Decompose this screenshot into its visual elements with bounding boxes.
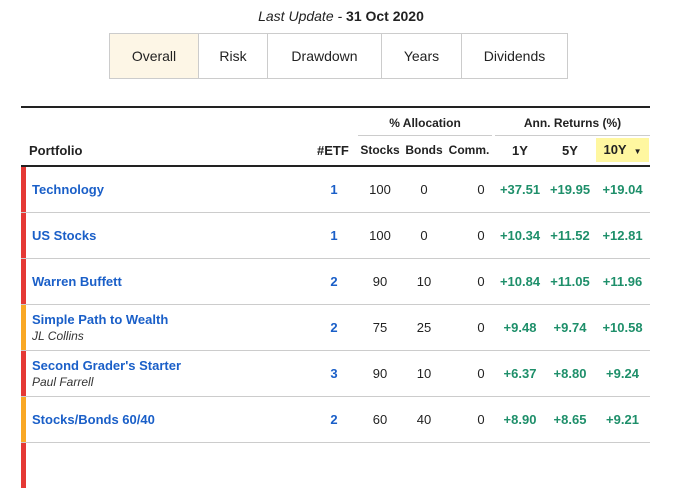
1y-column-header[interactable]: 1Y: [495, 143, 545, 158]
portfolio-author: Paul Farrell: [32, 375, 94, 389]
tab-risk[interactable]: Risk: [198, 34, 267, 78]
risk-color-bar: [21, 351, 26, 396]
table-row: Stocks/Bonds 60/40 2 60 40 0 +8.90 +8.65…: [21, 397, 650, 443]
table-row: Warren Buffett 2 90 10 0 +10.84 +11.05 +…: [21, 259, 650, 305]
stocks-pct: 100: [369, 228, 391, 243]
return-1y: +10.34: [499, 228, 541, 243]
stocks-pct: 100: [369, 182, 391, 197]
tab-overall[interactable]: Overall: [110, 34, 198, 78]
return-10y: +11.96: [602, 274, 643, 289]
risk-color-bar: [21, 213, 26, 258]
table-row: Technology 1 100 0 0 +37.51 +19.95 +19.0…: [21, 167, 650, 213]
etf-count-link[interactable]: 3: [317, 366, 351, 381]
bonds-pct: 10: [416, 366, 432, 381]
risk-color-bar: [21, 305, 26, 350]
return-5y: +8.65: [553, 412, 587, 427]
last-update-label: Last Update -: [258, 8, 347, 24]
stocks-pct: 90: [372, 366, 388, 381]
portfolio-table: % Allocation Ann. Returns (%) Portfolio …: [21, 106, 650, 488]
etf-count-link[interactable]: 2: [317, 320, 351, 335]
portfolio-link[interactable]: Simple Path to Wealth: [32, 312, 168, 327]
return-1y: +8.90: [503, 412, 537, 427]
bonds-pct: 40: [416, 412, 432, 427]
table-row: [21, 443, 650, 488]
stocks-column-header[interactable]: Stocks: [358, 143, 402, 157]
bonds-column-header[interactable]: Bonds: [402, 143, 446, 157]
table-row: Simple Path to Wealth JL Collins 2 75 25…: [21, 305, 650, 351]
return-10y: +9.24: [606, 366, 639, 381]
return-10y: +12.81: [602, 228, 643, 243]
last-update-date: 31 Oct 2020: [346, 8, 424, 24]
tab-dividends[interactable]: Dividends: [461, 34, 567, 78]
risk-color-bar: [21, 167, 26, 212]
tab-drawdown[interactable]: Drawdown: [267, 34, 381, 78]
return-10y: +9.21: [606, 412, 639, 427]
allocation-group-header: % Allocation: [358, 116, 492, 136]
stocks-pct: 75: [372, 320, 388, 335]
comm-column-header[interactable]: Comm.: [446, 143, 492, 157]
table-row: Second Grader's Starter Paul Farrell 3 9…: [21, 351, 650, 397]
sort-desc-icon: ▼: [633, 147, 642, 156]
etf-column-header[interactable]: #ETF: [317, 143, 349, 158]
last-update: Last Update - 31 Oct 2020: [0, 8, 682, 24]
bonds-pct: 10: [416, 274, 432, 289]
return-5y: +8.80: [553, 366, 587, 381]
10y-label: 10Y: [603, 142, 627, 157]
tab-years[interactable]: Years: [381, 34, 461, 78]
portfolio-column-header[interactable]: Portfolio: [29, 143, 82, 158]
return-5y: +11.05: [550, 274, 590, 289]
return-5y: +19.95: [549, 182, 591, 197]
bonds-pct: 0: [420, 228, 428, 243]
return-10y: +10.58: [602, 320, 643, 335]
bonds-pct: 25: [416, 320, 432, 335]
returns-group-header: Ann. Returns (%): [495, 116, 650, 136]
portfolio-link[interactable]: US Stocks: [32, 228, 96, 243]
portfolio-link[interactable]: Warren Buffett: [32, 274, 122, 289]
return-1y: +6.37: [503, 366, 537, 381]
tab-bar: Overall Risk Drawdown Years Dividends: [109, 33, 568, 79]
return-1y: +37.51: [499, 182, 541, 197]
bonds-pct: 0: [420, 182, 428, 197]
risk-color-bar: [21, 397, 26, 442]
risk-color-bar: [21, 443, 26, 488]
portfolio-link[interactable]: Second Grader's Starter: [32, 358, 181, 373]
etf-count-link[interactable]: 2: [317, 412, 351, 427]
portfolio-author: JL Collins: [32, 329, 84, 343]
return-5y: +11.52: [550, 228, 590, 243]
return-1y: +9.48: [503, 320, 537, 335]
return-1y: +10.84: [499, 274, 541, 289]
etf-count-link[interactable]: 1: [317, 182, 351, 197]
10y-column-header[interactable]: 10Y ▼: [596, 138, 649, 162]
return-10y: +19.04: [602, 182, 643, 197]
table-header: % Allocation Ann. Returns (%) Portfolio …: [21, 108, 650, 167]
etf-count-link[interactable]: 1: [317, 228, 351, 243]
stocks-pct: 90: [372, 274, 388, 289]
return-5y: +9.74: [553, 320, 587, 335]
risk-color-bar: [21, 259, 26, 304]
portfolio-link[interactable]: Stocks/Bonds 60/40: [32, 412, 155, 427]
table-row: US Stocks 1 100 0 0 +10.34 +11.52 +12.81: [21, 213, 650, 259]
portfolio-link[interactable]: Technology: [32, 182, 104, 197]
etf-count-link[interactable]: 2: [317, 274, 351, 289]
5y-column-header[interactable]: 5Y: [545, 143, 595, 158]
stocks-pct: 60: [372, 412, 388, 427]
